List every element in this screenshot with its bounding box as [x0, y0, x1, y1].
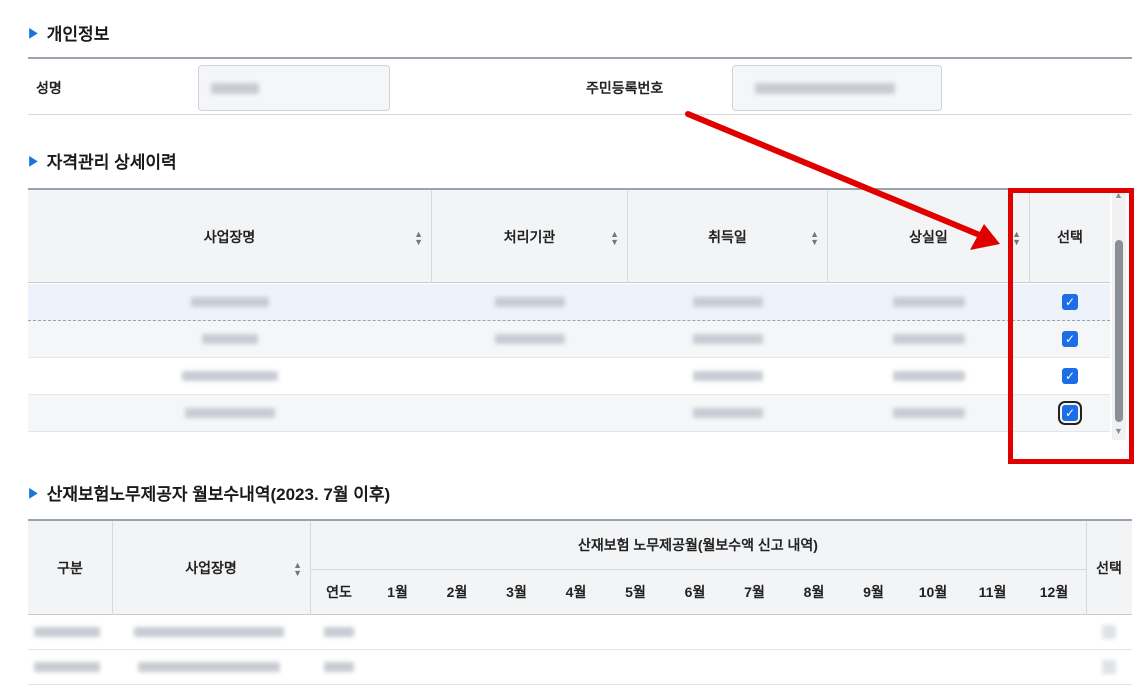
table-row[interactable] — [28, 650, 1132, 685]
col-month-6: 6월 — [684, 584, 706, 600]
sort-icon[interactable]: ▲ ▼ — [293, 561, 302, 578]
redacted-text — [134, 627, 284, 637]
col-month-12: 12월 — [1039, 584, 1069, 600]
col-month-11: 11월 — [978, 584, 1007, 600]
wage-title: 산재보험노무제공자 월보수내역(2023. 7월 이후) — [46, 485, 391, 504]
redacted-text — [138, 662, 280, 672]
redacted-text — [324, 627, 354, 637]
wage-table-header: 구분 사업장명 ▲ ▼ 산재보험 노무제공월(월보수액 신고 내역) 선택 연도 … — [28, 519, 1132, 615]
chevron-right-icon: ▶ — [29, 484, 38, 500]
table-row[interactable] — [28, 615, 1132, 650]
row-checkbox[interactable] — [1102, 625, 1116, 639]
col-month-4: 4월 — [565, 584, 587, 600]
col-category: 구분 — [57, 560, 83, 576]
redacted-text — [34, 627, 100, 637]
redacted-text — [34, 662, 100, 672]
col-month-3: 3월 — [506, 584, 527, 600]
col-month-10: 10월 — [918, 584, 948, 600]
col-month-1: 1월 — [387, 584, 408, 600]
redacted-text — [324, 662, 354, 672]
col-month-7: 7월 — [744, 584, 765, 600]
col-year: 연도 — [326, 584, 352, 600]
col-month-5: 5월 — [625, 584, 646, 600]
col-month-9: 9월 — [863, 584, 884, 600]
group-header: 산재보험 노무제공월(월보수액 신고 내역) — [578, 537, 818, 553]
wage-heading: ▶ 산재보험노무제공자 월보수내역(2023. 7월 이후) — [28, 480, 390, 505]
col-select: 선택 — [1096, 560, 1122, 576]
row-checkbox[interactable] — [1102, 660, 1116, 674]
col-month-2: 2월 — [446, 584, 468, 600]
col-month-8: 8월 — [803, 584, 825, 600]
col-workplace[interactable]: 사업장명 ▲ ▼ — [112, 521, 310, 615]
